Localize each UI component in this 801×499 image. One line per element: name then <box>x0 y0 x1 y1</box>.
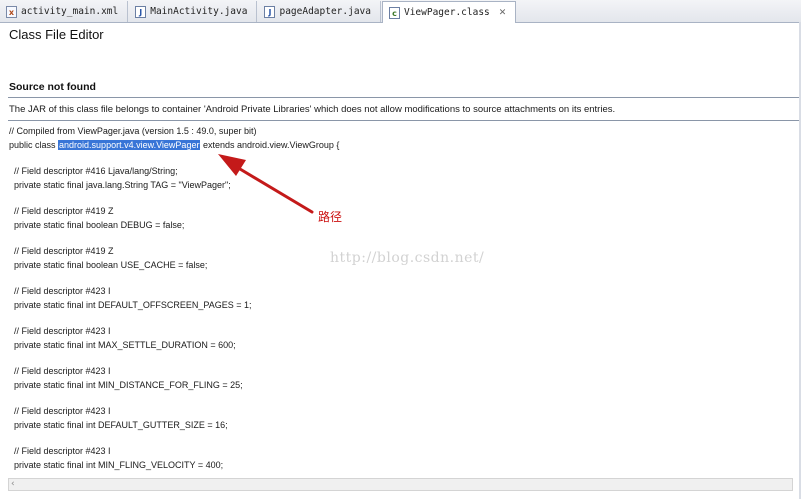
tab-activity-main-xml[interactable]: x activity_main.xml <box>0 1 129 22</box>
code-field-line: private static final boolean USE_CACHE =… <box>9 260 208 270</box>
code-field-line: private static final int DEFAULT_OFFSCRE… <box>9 300 252 310</box>
tab-label: ViewPager.class <box>403 7 490 18</box>
page-title: Class File Editor <box>9 27 104 42</box>
scroll-left-icon[interactable]: ‹ <box>11 479 15 489</box>
code-line-class-declaration: public class android.support.v4.view.Vie… <box>9 140 339 151</box>
class-file-icon: c <box>388 6 400 19</box>
class-extends-text: extends android.view.ViewGroup { <box>200 140 340 150</box>
tab-label: pageAdapter.java <box>279 6 371 17</box>
close-icon[interactable]: ✕ <box>499 8 507 18</box>
tab-label: activity_main.xml <box>21 6 119 17</box>
xml-file-icon: x <box>6 5 17 18</box>
code-field-line: private static final int MIN_DISTANCE_FO… <box>9 380 243 390</box>
class-keyword-text: public class <box>9 140 59 150</box>
selected-class-name[interactable]: android.support.v4.view.ViewPager <box>58 140 201 150</box>
code-comment-line: // Field descriptor #419 Z <box>9 206 114 216</box>
tab-label: MainActivity.java <box>150 6 248 17</box>
code-field-line: private static final boolean DEBUG = fal… <box>9 220 185 230</box>
tab-mainactivity-java[interactable]: J MainActivity.java <box>129 1 258 22</box>
divider <box>8 97 799 98</box>
code-comment-line: // Field descriptor #423 I <box>9 366 111 376</box>
code-comment-line: // Field descriptor #419 Z <box>9 246 114 256</box>
divider <box>8 120 799 121</box>
code-comment-line: // Field descriptor #423 I <box>9 406 111 416</box>
code-comment-line: // Field descriptor #423 I <box>9 286 111 296</box>
java-file-icon: J <box>135 5 147 18</box>
code-comment-line: // Field descriptor #423 I <box>9 446 111 456</box>
tab-pageadapter-java[interactable]: J pageAdapter.java <box>258 1 381 22</box>
tab-viewpager-class[interactable]: c ViewPager.class ✕ <box>381 1 517 23</box>
annotation-label: 路径 <box>318 210 343 224</box>
code-field-line: private static final int MAX_SETTLE_DURA… <box>9 340 236 350</box>
section-title: Source not found <box>9 81 96 93</box>
horizontal-scrollbar[interactable]: ‹ <box>8 478 793 491</box>
code-comment-line: // Field descriptor #423 I <box>9 326 111 336</box>
code-comment-line: // Field descriptor #416 Ljava/lang/Stri… <box>9 166 178 176</box>
source-attachment-notice: The JAR of this class file belongs to co… <box>9 104 616 115</box>
java-file-icon: J <box>264 5 276 18</box>
code-field-line: private static final int MIN_FLING_VELOC… <box>9 460 224 470</box>
editor-tab-bar: x activity_main.xml J MainActivity.java … <box>0 0 801 23</box>
code-field-line: private static final java.lang.String TA… <box>9 180 231 190</box>
watermark: http://blog.csdn.net/ <box>330 250 485 266</box>
code-line-compiled: // Compiled from ViewPager.java (version… <box>9 126 257 136</box>
code-field-line: private static final int DEFAULT_GUTTER_… <box>9 420 228 430</box>
